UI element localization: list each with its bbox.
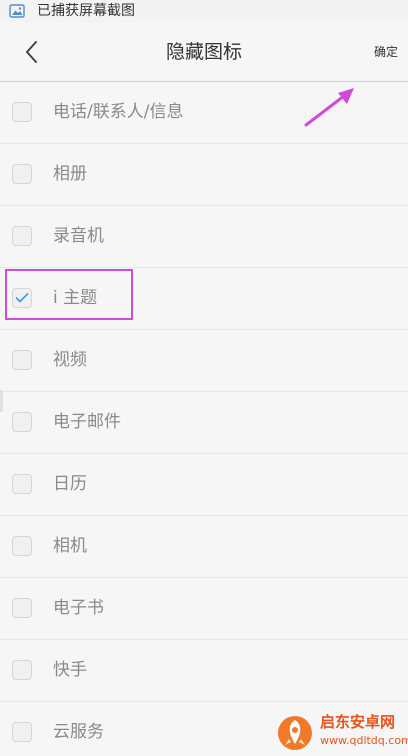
item-label: 云服务 (53, 722, 104, 742)
checkbox[interactable] (12, 412, 32, 432)
checkbox[interactable] (12, 474, 32, 494)
watermark: 启东安卓网 www.qdltdq.com (276, 712, 408, 754)
status-bar: 已捕获屏幕截图 (0, 0, 408, 22)
list-item[interactable]: 电子邮件 (0, 392, 408, 454)
watermark-title: 启东安卓网 (320, 713, 396, 731)
item-label: 快手 (53, 660, 87, 680)
item-label: 相机 (53, 536, 87, 556)
item-label: 电子邮件 (53, 412, 121, 432)
checkbox[interactable] (12, 660, 32, 680)
page-title: 隐藏图标 (165, 41, 242, 63)
checkbox[interactable] (12, 722, 32, 742)
confirm-button[interactable]: 确定 (374, 42, 398, 62)
status-notification-text: 已捕获屏幕截图 (37, 3, 135, 19)
header: 隐藏图标 确定 (0, 22, 408, 81)
list-item[interactable]: 快手 (0, 640, 408, 702)
item-label: 日历 (53, 474, 87, 494)
item-label: 录音机 (53, 226, 104, 246)
list-item[interactable]: 相机 (0, 516, 408, 578)
item-label: 电子书 (53, 598, 104, 618)
checkbox[interactable] (12, 164, 32, 184)
list-item[interactable]: 日历 (0, 454, 408, 516)
screen: 已捕获屏幕截图 隐藏图标 确定 电话/联系人/信息 相册 录音机 i 主题 视频… (0, 0, 408, 756)
list-item[interactable]: 录音机 (0, 206, 408, 268)
checkbox-checked[interactable] (12, 288, 32, 308)
check-icon (15, 293, 29, 303)
list-item[interactable]: i 主题 (0, 268, 408, 330)
item-label: i 主题 (53, 288, 98, 308)
list-item[interactable]: 相册 (0, 144, 408, 206)
edge-handle (0, 390, 3, 412)
app-icon-list: 电话/联系人/信息 相册 录音机 i 主题 视频 电子邮件 日历 相机 电子书 … (0, 82, 408, 756)
checkbox[interactable] (12, 350, 32, 370)
checkbox[interactable] (12, 536, 32, 556)
watermark-url: www.qdltdq.com (320, 734, 408, 747)
item-label: 相册 (53, 164, 87, 184)
watermark-logo-icon (278, 716, 312, 750)
list-item[interactable]: 视频 (0, 330, 408, 392)
list-item[interactable]: 电话/联系人/信息 (0, 82, 408, 144)
list-item[interactable]: 电子书 (0, 578, 408, 640)
item-label: 电话/联系人/信息 (53, 102, 184, 122)
checkbox[interactable] (12, 598, 32, 618)
item-label: 视频 (53, 350, 87, 370)
checkbox[interactable] (12, 102, 32, 122)
checkbox[interactable] (12, 226, 32, 246)
screenshot-gallery-icon (9, 3, 25, 19)
